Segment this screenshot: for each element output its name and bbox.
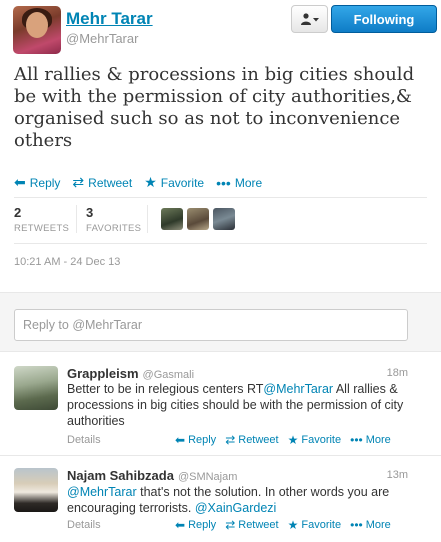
reply-author-handle[interactable]: @Gasmali	[143, 369, 195, 381]
reply-author-handle[interactable]: @SMNajam	[178, 471, 237, 483]
star-icon: ★	[287, 518, 299, 532]
more-dots-icon: •••	[350, 433, 363, 447]
reply-label: Reply	[188, 434, 217, 446]
retweet-count-value: 2	[14, 205, 22, 220]
divider	[14, 243, 427, 244]
more-label: More	[234, 175, 263, 190]
reply-input[interactable]: Reply to @MehrTarar	[14, 309, 408, 341]
reply-tweet[interactable]: Najam Sahibzada @SMNajam 13m @MehrTarar t…	[0, 456, 441, 542]
retweet-label: Retweet	[88, 175, 133, 190]
mention-link[interactable]: @XainGardezi	[195, 501, 276, 515]
more-action[interactable]: ••• More	[216, 175, 262, 191]
reply-action[interactable]: ⬅ Reply	[175, 518, 216, 532]
retweet-action[interactable]: ⇄ Retweet	[225, 433, 278, 447]
reply-author-name[interactable]: Grappleism	[67, 366, 139, 381]
reply-icon: ⬅	[175, 518, 186, 532]
favoriter-avatar[interactable]	[187, 208, 209, 230]
retweet-count-label: RETWEETS	[14, 223, 70, 234]
favorite-action[interactable]: ★ Favorite	[288, 518, 342, 532]
reply-action[interactable]: ⬅ Reply	[14, 174, 60, 191]
retweet-icon: ⇄	[72, 174, 85, 190]
tweet-timestamp[interactable]: 10:21 AM - 24 Dec 13	[14, 256, 120, 268]
reply-text: Better to be in relegious centers RT@Meh…	[67, 381, 407, 429]
retweet-action[interactable]: ⇄ Retweet	[72, 174, 132, 191]
mention-link[interactable]: @MehrTarar	[263, 382, 333, 396]
star-icon: ★	[287, 433, 299, 447]
reply-author[interactable]: Grappleism @Gasmali	[67, 366, 194, 381]
reply-area: Reply to @MehrTarar	[0, 292, 441, 352]
author-avatar[interactable]	[13, 6, 61, 54]
favoriter-avatar[interactable]	[161, 208, 183, 230]
retweet-icon: ⇄	[225, 433, 236, 447]
more-dots-icon: •••	[216, 174, 231, 191]
reply-tweet[interactable]: Grappleism @Gasmali 18m Better to be in r…	[0, 352, 441, 456]
reply-action[interactable]: ⬅ Reply	[175, 433, 216, 447]
reply-author-avatar[interactable]	[14, 366, 58, 410]
divider	[14, 197, 427, 198]
stat-separator	[147, 205, 148, 233]
reply-label: Reply	[29, 175, 61, 190]
star-icon: ★	[144, 174, 157, 190]
more-dots-icon: •••	[350, 518, 363, 532]
favorite-action[interactable]: ★ Favorite	[288, 433, 342, 447]
favorite-label: Favorite	[301, 519, 342, 531]
following-button[interactable]: Following	[331, 5, 437, 33]
retweet-action[interactable]: ⇄ Retweet	[225, 518, 278, 532]
tweet-text: All rallies & processions in big cities …	[14, 64, 415, 151]
more-action[interactable]: ••• More	[350, 518, 391, 532]
reply-icon: ⬅	[175, 433, 186, 447]
reply-time[interactable]: 18m	[387, 367, 408, 379]
more-action[interactable]: ••• More	[350, 433, 391, 447]
user-dropdown-icon	[300, 13, 319, 25]
favorite-action[interactable]: ★ Favorite	[144, 174, 204, 191]
tweet-actions: ⬅ Reply ⇄ Retweet ★ Favorite ••• More	[14, 174, 274, 191]
reply-text-part: Better to be in relegious centers RT	[67, 382, 264, 396]
reply-author-avatar[interactable]	[14, 468, 58, 512]
user-actions-dropdown[interactable]	[291, 5, 328, 33]
reply-actions: ⬅ Reply ⇄ Retweet ★ Favorite ••• More	[175, 433, 400, 447]
retweet-count[interactable]: 2 RETWEETS	[14, 205, 69, 234]
retweet-label: Retweet	[238, 519, 279, 531]
reply-text: @MehrTarar that's not the solution. In o…	[67, 484, 407, 516]
reply-actions: ⬅ Reply ⇄ Retweet ★ Favorite ••• More	[175, 518, 400, 532]
reply-author-name[interactable]: Najam Sahibzada	[67, 468, 174, 483]
retweet-icon: ⇄	[225, 518, 236, 532]
retweet-label: Retweet	[238, 434, 279, 446]
stat-separator	[76, 205, 77, 233]
favorite-count[interactable]: 3 FAVORITES	[86, 205, 141, 234]
reply-label: Reply	[188, 519, 217, 531]
reply-author[interactable]: Najam Sahibzada @SMNajam	[67, 468, 237, 483]
favorite-label: Favorite	[160, 175, 205, 190]
favoriter-avatar[interactable]	[213, 208, 235, 230]
favorite-count-value: 3	[86, 205, 94, 220]
details-link[interactable]: Details	[67, 434, 101, 446]
reply-icon: ⬅	[14, 174, 26, 190]
more-label: More	[365, 434, 391, 446]
author-fullname[interactable]: Mehr Tarar	[66, 9, 153, 29]
favorite-count-label: FAVORITES	[86, 223, 142, 234]
author-screenname[interactable]: @MehrTarar	[66, 31, 138, 46]
details-link[interactable]: Details	[67, 519, 101, 531]
favorite-label: Favorite	[301, 434, 342, 446]
reply-time[interactable]: 13m	[387, 469, 408, 481]
mention-link[interactable]: @MehrTarar	[67, 485, 137, 499]
more-label: More	[365, 519, 391, 531]
